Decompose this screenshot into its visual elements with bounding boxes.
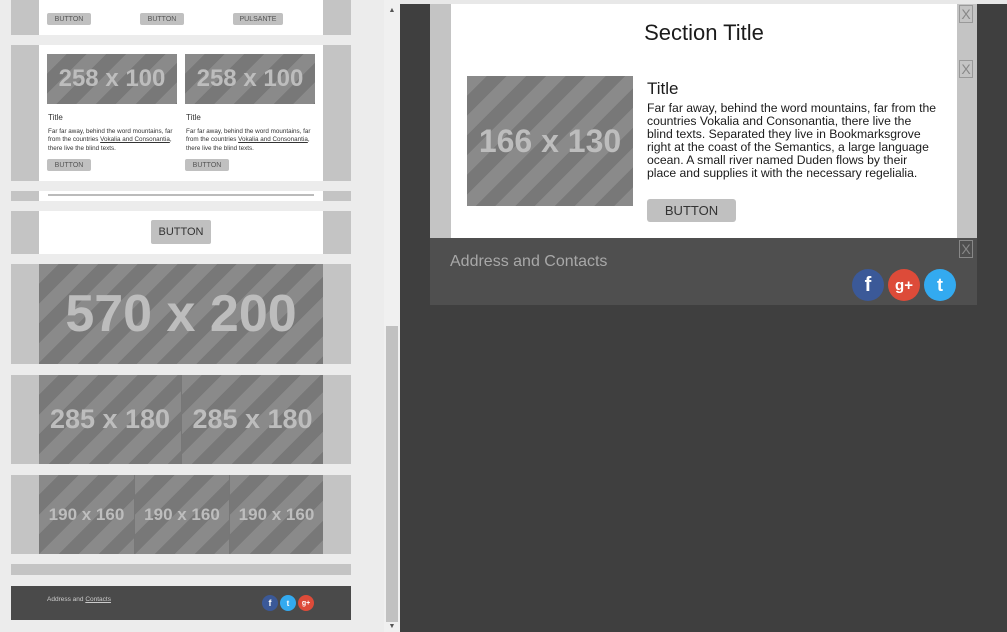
palette-button[interactable]: BUTTON	[185, 159, 229, 171]
palette-block-footer[interactable]: Address and Contacts f t g+	[11, 586, 351, 620]
canvas-section-block[interactable]: Section Title 166 x 130 Title Far far aw…	[430, 4, 977, 238]
block-palette: BUTTON BUTTON PULSANTE 258 x 100 258 x 1…	[0, 0, 400, 632]
footer-address[interactable]: Address and Contacts	[450, 253, 607, 271]
palette-block-divider[interactable]	[11, 191, 351, 201]
facebook-icon[interactable]: f	[852, 269, 884, 301]
divider	[48, 194, 314, 196]
scrollbar-thumb[interactable]	[386, 326, 398, 622]
editor-canvas: Section Title 166 x 130 Title Far far aw…	[400, 0, 1007, 632]
item-title: Title	[186, 113, 201, 122]
scrollbar[interactable]: ▲ ▼	[384, 0, 400, 632]
item-title: Title	[48, 113, 63, 122]
footer-contacts-link[interactable]: Contacts	[85, 596, 111, 603]
palette-block-image-three[interactable]: 190 x 160 190 x 160 190 x 160	[11, 475, 351, 554]
google-plus-icon[interactable]: g+	[888, 269, 920, 301]
palette-button[interactable]: BUTTON	[47, 159, 91, 171]
close-icon[interactable]: X	[959, 60, 973, 78]
item-link[interactable]: Vokalia and Consonantia	[700, 114, 835, 128]
palette-block-button[interactable]: BUTTON	[11, 211, 351, 254]
facebook-icon[interactable]: f	[262, 595, 278, 611]
image-placeholder: 258 x 100	[47, 54, 177, 104]
item-text: Far far away, behind the word mountains,…	[186, 128, 311, 152]
section-content: Section Title 166 x 130 Title Far far aw…	[451, 4, 957, 238]
item-button[interactable]: BUTTON	[647, 199, 736, 222]
palette-button[interactable]: BUTTON	[47, 13, 91, 25]
item-title[interactable]: Title	[647, 79, 679, 99]
item-text[interactable]: Far far away, behind the word mountains,…	[647, 102, 939, 180]
scroll-up-arrow-icon[interactable]: ▲	[384, 4, 400, 18]
item-link[interactable]: Vokalia and Consonantia	[100, 136, 170, 143]
palette-block-spacer[interactable]	[11, 564, 351, 575]
close-icon[interactable]: X	[959, 5, 973, 23]
palette-block-two-column[interactable]: 258 x 100 258 x 100 Title Title Far far …	[11, 45, 351, 181]
image-placeholder: 190 x 160	[39, 475, 134, 554]
close-icon[interactable]: X	[959, 240, 973, 258]
palette-button[interactable]: BUTTON	[140, 13, 184, 25]
image-placeholder: 285 x 180	[181, 375, 323, 464]
image-placeholder[interactable]: 166 x 130	[467, 76, 633, 206]
canvas-footer-block[interactable]: Address and Contacts X f g+ t	[430, 238, 977, 305]
palette-block-image-full[interactable]: 570 x 200	[11, 264, 351, 364]
palette-block-image-two[interactable]: 285 x 180 285 x 180	[11, 375, 351, 464]
palette-block-buttons[interactable]: BUTTON BUTTON PULSANTE	[11, 0, 351, 35]
twitter-icon[interactable]: t	[280, 595, 296, 611]
image-placeholder: 258 x 100	[185, 54, 315, 104]
google-plus-icon[interactable]: g+	[298, 595, 314, 611]
image-placeholder: 190 x 160	[229, 475, 323, 554]
palette-button[interactable]: PULSANTE	[233, 13, 283, 25]
image-placeholder: 190 x 160	[134, 475, 229, 554]
section-title[interactable]: Section Title	[451, 20, 957, 46]
palette-button[interactable]: BUTTON	[151, 220, 211, 244]
image-placeholder: 570 x 200	[39, 264, 323, 364]
item-link[interactable]: Vokalia and Consonantia	[238, 136, 308, 143]
footer-address: Address and Contacts	[47, 596, 111, 603]
item-text: Far far away, behind the word mountains,…	[48, 128, 173, 152]
image-placeholder: 285 x 180	[39, 375, 181, 464]
scroll-down-arrow-icon[interactable]: ▼	[384, 622, 400, 632]
twitter-icon[interactable]: t	[924, 269, 956, 301]
